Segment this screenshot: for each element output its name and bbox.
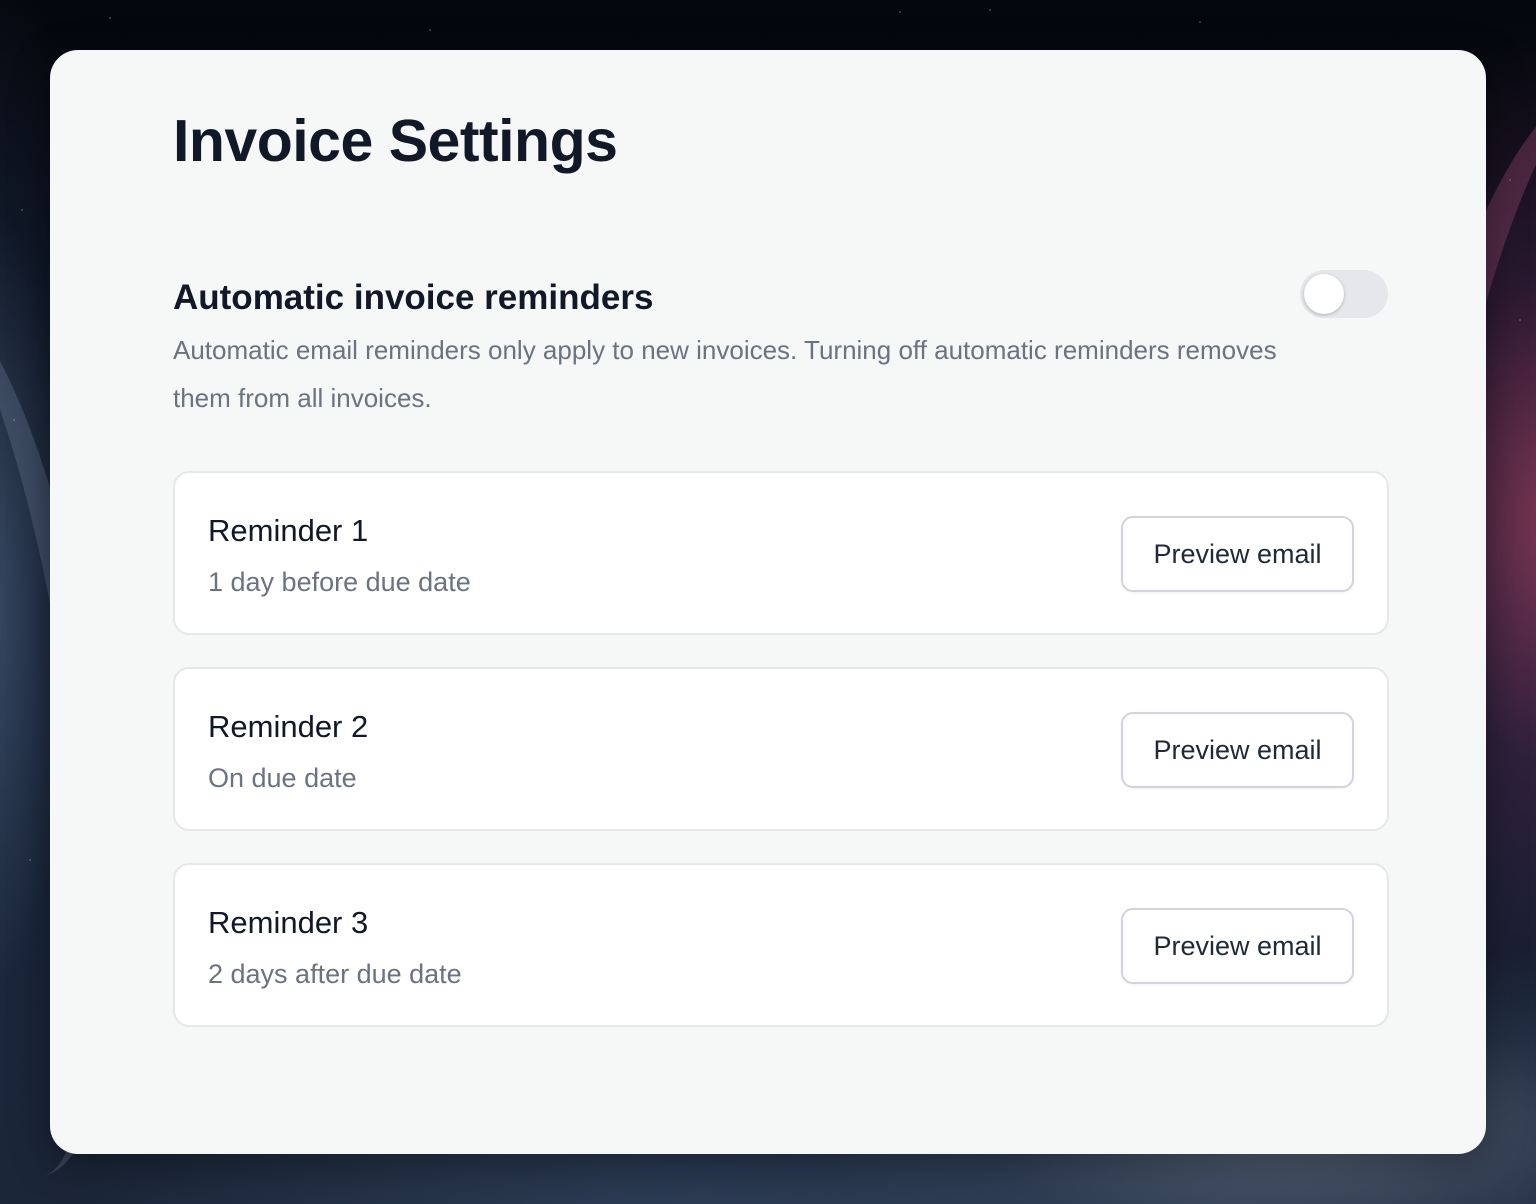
section-title: Automatic invoice reminders — [173, 278, 654, 317]
reminder-title: Reminder 3 — [208, 905, 369, 940]
reminder-card-2: Reminder 2 On due date Preview email — [173, 667, 1389, 831]
reminder-card-1: Reminder 1 1 day before due date Preview… — [173, 471, 1389, 635]
reminder-list: Reminder 1 1 day before due date Preview… — [173, 471, 1389, 1059]
reminder-title: Reminder 2 — [208, 709, 369, 744]
reminder-timing: 1 day before due date — [208, 567, 471, 597]
page-title: Invoice Settings — [173, 108, 618, 174]
settings-card: Invoice Settings Automatic invoice remin… — [50, 50, 1486, 1154]
section-description: Automatic email reminders only apply to … — [173, 335, 1277, 413]
preview-email-button-1[interactable]: Preview email — [1121, 516, 1354, 592]
reminder-timing: 2 days after due date — [208, 959, 462, 989]
preview-email-button-3[interactable]: Preview email — [1121, 908, 1354, 984]
reminder-title: Reminder 1 — [208, 513, 369, 548]
automatic-reminders-toggle[interactable] — [1300, 270, 1388, 318]
preview-email-button-2[interactable]: Preview email — [1121, 712, 1354, 788]
toggle-knob — [1304, 274, 1344, 314]
reminder-card-3: Reminder 3 2 days after due date Preview… — [173, 863, 1389, 1027]
reminder-timing: On due date — [208, 763, 357, 793]
reminders-section: Automatic invoice reminders Automatic em… — [173, 274, 1388, 422]
